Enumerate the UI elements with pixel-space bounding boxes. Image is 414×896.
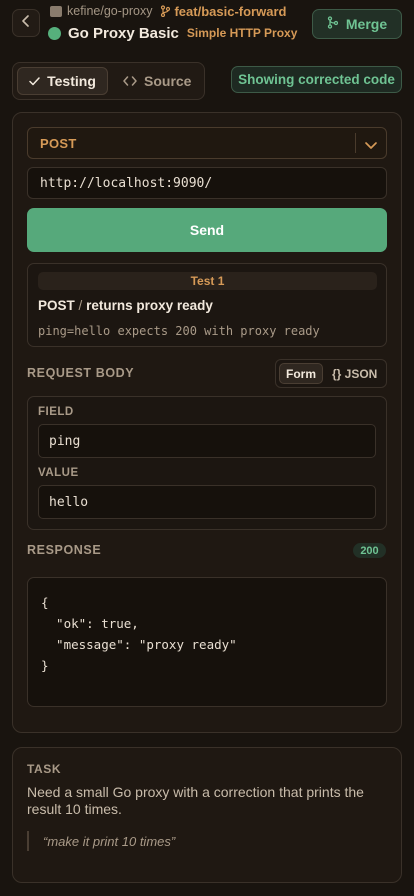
status-indicator bbox=[48, 26, 61, 40]
toggle-json-button[interactable]: {} JSON bbox=[332, 367, 377, 381]
branch-name[interactable]: feat/basic-forward bbox=[174, 4, 286, 19]
value-label: VALUE bbox=[38, 467, 79, 479]
task-quote: “make it print 10 times” bbox=[27, 831, 175, 851]
tab-source[interactable]: Source bbox=[123, 67, 191, 95]
field-name-input[interactable]: ping bbox=[38, 424, 376, 458]
method-select[interactable]: POST bbox=[27, 127, 387, 159]
send-button[interactable]: Send bbox=[27, 208, 387, 252]
test-tab-label[interactable]: Test 1 bbox=[38, 272, 377, 290]
field-value-input[interactable]: hello bbox=[38, 485, 376, 519]
test-method: POST bbox=[38, 298, 75, 313]
test-separator: / bbox=[78, 298, 83, 313]
back-button[interactable] bbox=[12, 9, 40, 37]
response-line: { bbox=[41, 595, 49, 610]
view-tabs: Testing Source bbox=[12, 62, 205, 100]
response-body: { "ok": true, "message": "proxy ready" } bbox=[27, 577, 387, 707]
task-label: TASK bbox=[27, 762, 62, 776]
repo-breadcrumb: kefine/go-proxy feat/basic-forward bbox=[50, 3, 286, 19]
response-line: "ok": true, bbox=[41, 616, 139, 631]
repo-name[interactable]: kefine/go-proxy bbox=[67, 4, 152, 18]
task-description: Need a small Go proxy with a correction … bbox=[27, 784, 364, 817]
response-label: RESPONSE bbox=[27, 543, 102, 557]
chevron-left-icon bbox=[21, 14, 31, 32]
request-body-label: REQUEST BODY bbox=[27, 366, 135, 380]
status-badge: 200 bbox=[353, 543, 386, 558]
tab-source-label: Source bbox=[144, 73, 192, 89]
chevron-down-icon bbox=[364, 137, 378, 155]
response-line: } bbox=[41, 658, 49, 673]
test-name: returns proxy ready bbox=[86, 298, 213, 313]
page-title: Go Proxy Basic bbox=[68, 24, 179, 42]
test-title: POST / returns proxy ready bbox=[38, 298, 213, 313]
test-description: ping=hello expects 200 with proxy ready bbox=[38, 324, 320, 338]
test-card[interactable]: Test 1 POST / returns proxy ready ping=h… bbox=[27, 263, 387, 347]
check-icon bbox=[29, 73, 40, 89]
tab-testing-label: Testing bbox=[47, 73, 96, 89]
merge-label: Merge bbox=[345, 16, 388, 32]
git-branch-icon bbox=[160, 5, 171, 17]
page-subtitle: Simple HTTP Proxy bbox=[186, 26, 298, 40]
method-divider bbox=[355, 133, 356, 153]
response-line: "message": "proxy ready" bbox=[41, 637, 237, 652]
url-input[interactable]: http://localhost:9090/ bbox=[27, 167, 387, 199]
tab-testing[interactable]: Testing bbox=[17, 67, 108, 95]
body-format-toggle: Form {} JSON bbox=[275, 359, 387, 388]
code-icon bbox=[123, 73, 137, 89]
corrected-code-badge: Showing corrected code bbox=[231, 66, 402, 93]
method-value: POST bbox=[40, 136, 77, 151]
folder-icon bbox=[50, 5, 62, 17]
app-title-row: Go Proxy Basic Simple HTTP Proxy bbox=[48, 23, 297, 43]
merge-button[interactable]: Merge bbox=[312, 9, 402, 39]
git-merge-icon bbox=[327, 16, 339, 32]
toggle-form-button[interactable]: Form bbox=[279, 363, 323, 384]
field-label: FIELD bbox=[38, 406, 74, 418]
task-panel: TASK Need a small Go proxy with a correc… bbox=[12, 747, 402, 883]
form-body-card: FIELD ping VALUE hello bbox=[27, 396, 387, 530]
